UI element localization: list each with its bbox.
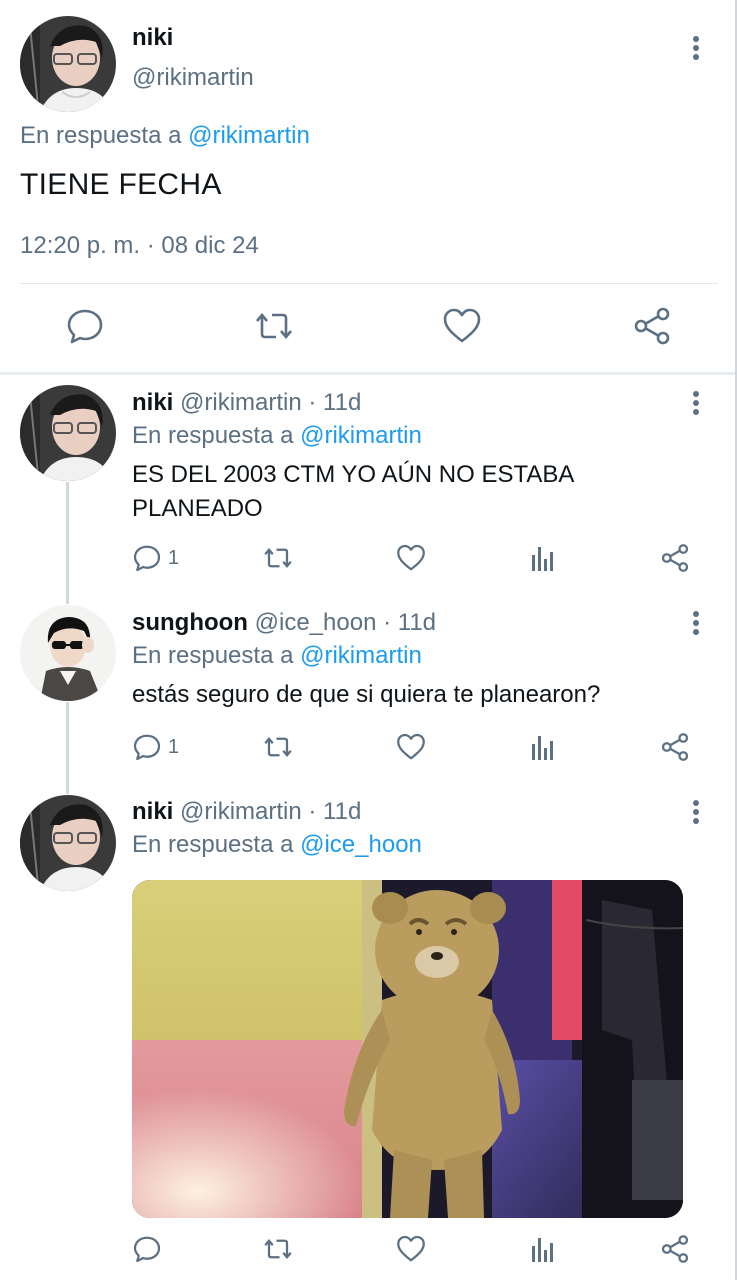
views-icon[interactable]	[530, 1234, 556, 1264]
reply-context: En respuesta a @ice_hoon	[132, 831, 422, 859]
avatar-image	[20, 605, 116, 701]
reply-prefix: En respuesta a	[132, 642, 301, 669]
share-icon[interactable]	[660, 1234, 690, 1264]
views-icon[interactable]	[530, 543, 556, 573]
author-meta[interactable]: @rikimartin · 11d	[180, 798, 361, 825]
avatar-image	[20, 795, 116, 891]
reply-prefix: En respuesta a	[20, 122, 189, 149]
thread-line	[66, 482, 69, 604]
more-options-icon[interactable]	[688, 609, 704, 639]
main-tweet: niki @rikimartin En respuesta a @rikimar…	[0, 0, 735, 372]
like-icon[interactable]	[396, 1234, 426, 1264]
tweet-actions	[132, 1234, 722, 1264]
more-options-icon[interactable]	[688, 798, 704, 828]
tweet-text: TIENE FECHA	[20, 168, 222, 201]
avatar[interactable]	[20, 385, 116, 481]
like-icon[interactable]	[396, 732, 426, 762]
reply-to-mention[interactable]: @rikimartin	[188, 122, 310, 149]
reply-to-mention[interactable]: @rikimartin	[300, 422, 422, 449]
reply-icon[interactable]	[65, 306, 105, 346]
reply-count: 1	[168, 735, 180, 758]
share-icon[interactable]	[632, 306, 672, 346]
tweet-media-image[interactable]	[132, 880, 683, 1218]
reply-header: niki @rikimartin · 11d	[132, 389, 361, 417]
more-options-icon[interactable]	[688, 389, 704, 419]
retweet-icon[interactable]	[262, 732, 294, 762]
author-handle[interactable]: @rikimartin	[132, 64, 254, 92]
reply-icon	[133, 734, 161, 761]
reply-button[interactable]: 1	[132, 732, 179, 762]
author-meta[interactable]: @ice_hoon · 11d	[255, 609, 436, 636]
tweet-text: ES DEL 2003 CTM YO AÚN NO ESTABA PLANEAD…	[132, 461, 574, 522]
reply-prefix: En respuesta a	[132, 831, 301, 858]
reply-icon[interactable]	[132, 1234, 162, 1264]
avatar[interactable]	[20, 16, 116, 112]
tweet-actions: 1	[132, 543, 722, 573]
like-icon[interactable]	[396, 543, 426, 573]
reply-header: niki @rikimartin · 11d	[132, 798, 361, 826]
share-icon[interactable]	[660, 732, 690, 762]
views-icon[interactable]	[530, 732, 556, 762]
more-options-icon[interactable]	[688, 34, 704, 64]
thread-line	[66, 702, 69, 794]
avatar-image	[20, 385, 116, 481]
tweet-timestamp[interactable]: 12:20 p. m. · 08 dic 24	[20, 232, 259, 260]
avatar[interactable]	[20, 605, 116, 701]
reply-context: En respuesta a @rikimartin	[20, 122, 310, 150]
reply-to-mention[interactable]: @rikimartin	[300, 642, 422, 669]
reply-to-mention[interactable]: @ice_hoon	[300, 831, 422, 858]
reply-context: En respuesta a @rikimartin	[132, 422, 422, 450]
section-separator	[0, 372, 735, 375]
author-meta[interactable]: @rikimartin · 11d	[180, 389, 361, 416]
tweet-actions	[0, 306, 735, 350]
reply-count: 1	[168, 546, 180, 569]
author-name[interactable]: sunghoon	[132, 609, 248, 636]
reply-prefix: En respuesta a	[132, 422, 301, 449]
reply-icon	[133, 545, 161, 572]
share-icon[interactable]	[660, 543, 690, 573]
reply-header: sunghoon @ice_hoon · 11d	[132, 609, 436, 637]
reply-context: En respuesta a @rikimartin	[132, 642, 422, 670]
retweet-icon[interactable]	[262, 1234, 294, 1264]
avatar-image	[20, 16, 116, 112]
retweet-icon[interactable]	[262, 543, 294, 573]
author-name[interactable]: niki	[132, 389, 173, 416]
author-name[interactable]: niki	[132, 24, 173, 52]
media-image	[132, 880, 683, 1218]
author-name[interactable]: niki	[132, 798, 173, 825]
divider	[20, 283, 718, 284]
retweet-icon[interactable]	[254, 306, 294, 346]
tweet-text: estás seguro de que si quiera te planear…	[132, 681, 601, 708]
reply-button[interactable]: 1	[132, 543, 179, 573]
tweet-actions: 1	[132, 732, 722, 762]
avatar[interactable]	[20, 795, 116, 891]
like-icon[interactable]	[442, 306, 482, 346]
